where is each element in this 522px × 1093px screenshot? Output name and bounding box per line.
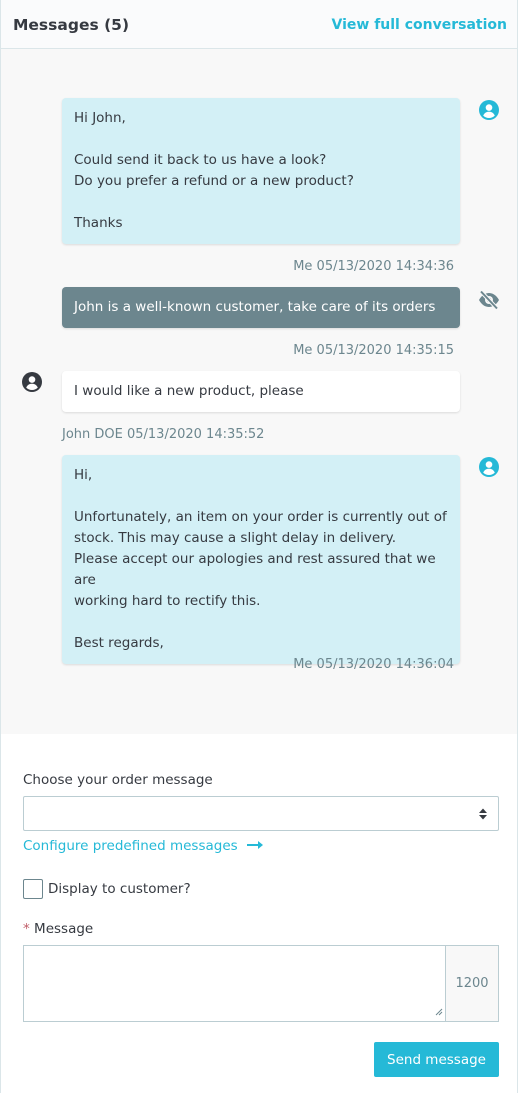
- character-counter: 1200: [445, 946, 498, 1021]
- message-line: [74, 612, 448, 633]
- configure-link-label: Configure predefined messages: [23, 838, 238, 854]
- message-line: working hard to rectify this.: [74, 593, 261, 609]
- message-line: Please accept our apologies and rest ass…: [74, 551, 436, 588]
- user-circle-icon: [478, 456, 500, 478]
- order-message-label: Choose your order message: [23, 772, 213, 788]
- resize-handle-icon[interactable]: [435, 1001, 443, 1020]
- message-line: Thanks: [74, 215, 123, 231]
- message-line: Do you prefer a refund or a new product?: [74, 173, 354, 189]
- private-note-bubble: John is a well-known customer, take care…: [62, 287, 460, 328]
- user-circle-icon: [478, 99, 500, 121]
- message-line: [74, 192, 448, 213]
- message-meta: Me 05/13/2020 14:36:04: [293, 657, 454, 672]
- message-line: Hi John,: [74, 110, 126, 126]
- message-meta: Me 05/13/2020 14:35:15: [293, 343, 454, 358]
- message-line: Unfortunately, an item on your order is …: [74, 509, 447, 525]
- message-line: stock. This may cause a slight delay in …: [74, 530, 397, 546]
- required-mark: *: [23, 921, 30, 937]
- message-line: Hi,: [74, 467, 93, 483]
- order-message-select[interactable]: [23, 796, 499, 831]
- employee-message-bubble: Hi, Unfortunately, an item on your order…: [62, 455, 460, 664]
- configure-predefined-messages-link[interactable]: Configure predefined messages: [23, 838, 264, 854]
- customer-message-bubble: I would like a new product, please: [62, 371, 460, 412]
- message-textarea[interactable]: 1200: [23, 945, 499, 1022]
- employee-message-bubble: Hi John, Could send it back to us have a…: [62, 98, 460, 244]
- message-line: Could send it back to us have a look?: [74, 152, 327, 168]
- sort-arrows-icon: [478, 806, 488, 825]
- display-to-customer-label: Display to customer?: [48, 881, 191, 897]
- message-line: [74, 129, 448, 150]
- view-full-conversation-link[interactable]: View full conversation: [332, 17, 508, 33]
- message-line: John is a well-known customer, take care…: [74, 299, 436, 315]
- message-label: * Message: [23, 921, 93, 937]
- message-line: Best regards,: [74, 635, 164, 651]
- send-message-button[interactable]: Send message: [374, 1042, 499, 1077]
- message-meta: Me 05/13/2020 14:34:36: [293, 259, 454, 274]
- message-meta: John DOE 05/13/2020 14:35:52: [62, 427, 265, 442]
- message-label-text: Message: [34, 921, 94, 937]
- messages-title: Messages (5): [13, 16, 130, 34]
- messages-header: Messages (5) View full conversation: [1, 0, 517, 49]
- messages-card: Messages (5) View full conversation Hi J…: [0, 0, 518, 1093]
- arrow-right-icon: [246, 838, 264, 854]
- message-line: [74, 486, 448, 507]
- eye-slash-icon: [478, 289, 500, 311]
- display-to-customer-checkbox[interactable]: [23, 879, 43, 899]
- message-line: I would like a new product, please: [74, 383, 304, 399]
- message-thread: Hi John, Could send it back to us have a…: [1, 49, 517, 734]
- customer-avatar-icon: [21, 371, 43, 393]
